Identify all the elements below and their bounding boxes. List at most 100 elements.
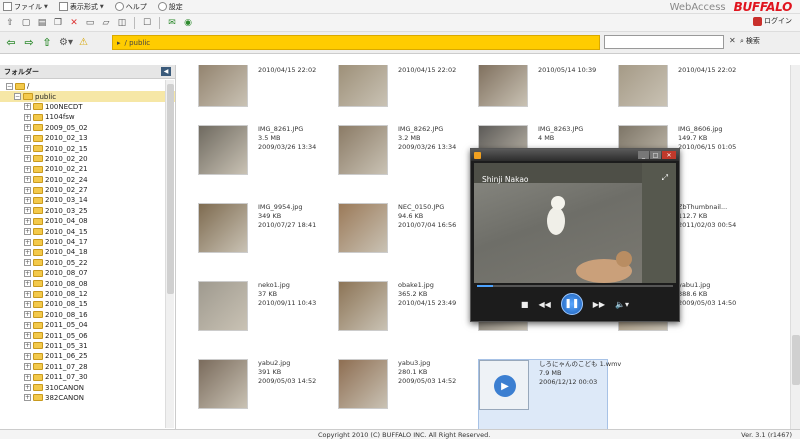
tree-node-folder[interactable]: +2011_05_04	[0, 320, 175, 330]
sidebar-scrollbar[interactable]	[165, 80, 174, 428]
expand-icon[interactable]: +	[24, 321, 31, 329]
tree-node-folder[interactable]: +2010_04_15	[0, 226, 175, 236]
expand-icon[interactable]: +	[24, 103, 31, 111]
pause-button[interactable]: ❚❚	[560, 293, 583, 315]
tree-node-folder[interactable]: +2011_07_28	[0, 362, 175, 372]
search-input[interactable]	[604, 35, 724, 49]
rewind-icon[interactable]: ◀◀	[538, 300, 550, 309]
sidebar-scroll-thumb[interactable]	[167, 84, 174, 294]
file-item[interactable]: IMG_8262.JPG 3.2 MB 2009/03/26 13:34	[338, 125, 468, 201]
maximize-icon[interactable]: □	[650, 151, 661, 159]
expand-icon[interactable]: +	[24, 352, 31, 360]
tree-node-folder[interactable]: +2010_03_25	[0, 206, 175, 216]
collapse-icon[interactable]: −	[14, 93, 21, 101]
file-item[interactable]: 3.5 MB2010/04/15 22:02	[618, 65, 748, 133]
move-icon[interactable]: ▭	[84, 17, 96, 29]
menu-file[interactable]: ファイル ▼	[3, 2, 48, 12]
seek-bar[interactable]	[477, 285, 673, 287]
new-file-icon[interactable]: ▢	[20, 17, 32, 29]
tree-node-public[interactable]: − public	[0, 91, 175, 102]
share-icon[interactable]: ◫	[116, 17, 128, 29]
tree-node-folder[interactable]: +2010_04_18	[0, 247, 175, 257]
collapse-icon[interactable]: −	[6, 82, 13, 90]
tree-node-folder[interactable]: +2010_08_08	[0, 278, 175, 288]
expand-icon[interactable]: +	[24, 300, 31, 308]
expand-icon[interactable]: +	[24, 113, 31, 121]
content-scrollbar[interactable]	[790, 65, 800, 429]
new-folder-icon[interactable]: ▤	[36, 17, 48, 29]
tree-node-folder[interactable]: +2010_02_13	[0, 133, 175, 143]
globe-icon[interactable]: ◉	[182, 17, 194, 29]
tree-node-folder[interactable]: +2009_05_02	[0, 123, 175, 133]
file-item[interactable]: IMG_8261.JPG 3.5 MB 2009/03/26 13:34	[198, 125, 328, 201]
tree-node-folder[interactable]: +2011_05_31	[0, 341, 175, 351]
expand-icon[interactable]: +	[24, 363, 31, 371]
options-gear-icon[interactable]: ⚙▾	[59, 37, 73, 48]
warning-icon[interactable]: ⚠	[79, 37, 88, 48]
clear-search-icon[interactable]: ✕	[729, 36, 736, 45]
file-item[interactable]: NEC_0150.JPG 94.6 KB 2010/07/04 16:56	[338, 203, 468, 279]
tree-node-folder[interactable]: +2010_05_22	[0, 258, 175, 268]
expand-icon[interactable]: +	[24, 280, 31, 288]
media-player-window[interactable]: _ □ ✕ Shinji Nakao ⤢ ■ ◀◀ ❚❚ ▶▶ 🔈▾	[470, 148, 680, 322]
collapse-sidebar-icon[interactable]: ◀	[161, 67, 171, 76]
expand-icon[interactable]: +	[24, 186, 31, 194]
expand-icon[interactable]: +	[24, 217, 31, 225]
expand-icon[interactable]: +	[24, 384, 31, 392]
expand-icon[interactable]: +	[24, 176, 31, 184]
tree-node-folder[interactable]: +2010_04_08	[0, 216, 175, 226]
video-area[interactable]: Shinji Nakao ⤢	[474, 163, 676, 283]
delete-icon[interactable]: ✕	[68, 17, 80, 29]
search-button[interactable]: ⌕ 検索	[740, 36, 760, 46]
file-item[interactable]: IMG_9954.jpg 349 KB 2010/07/27 18:41	[198, 203, 328, 279]
expand-icon[interactable]: +	[24, 311, 31, 319]
path-bar[interactable]: ▸ / public	[112, 35, 600, 50]
fast-forward-icon[interactable]: ▶▶	[593, 300, 605, 309]
file-item[interactable]: yabu2.jpg 391 KB 2009/05/03 14:52	[198, 359, 328, 429]
expand-icon[interactable]: +	[24, 269, 31, 277]
tree-node-folder[interactable]: +310CANON	[0, 382, 175, 392]
file-item[interactable]: 3 MB2010/04/15 22:02	[198, 65, 328, 133]
fullscreen-icon[interactable]: ⤢	[662, 173, 668, 183]
stop-icon[interactable]: ■	[521, 300, 529, 309]
expand-icon[interactable]: +	[24, 228, 31, 236]
menu-view[interactable]: 表示形式 ▼	[58, 2, 104, 12]
menu-help[interactable]: ヘルプ	[114, 2, 147, 12]
up-icon[interactable]: ⇧	[41, 36, 53, 49]
player-titlebar[interactable]: _ □ ✕	[471, 149, 679, 161]
tree-node-folder[interactable]: +2010_03_14	[0, 195, 175, 205]
tree-node-folder[interactable]: +2010_08_15	[0, 299, 175, 309]
tree-node-folder[interactable]: +2010_02_20	[0, 154, 175, 164]
expand-icon[interactable]: +	[24, 342, 31, 350]
mail-icon[interactable]: ✉	[166, 17, 178, 29]
login-button[interactable]: ログイン	[753, 16, 792, 26]
expand-icon[interactable]: +	[24, 394, 31, 402]
file-item[interactable]: 2.9 MB2010/04/15 22:02	[338, 65, 468, 133]
tree-node-folder[interactable]: +1104fsw	[0, 112, 175, 122]
tree-node-folder[interactable]: +2010_08_16	[0, 310, 175, 320]
close-icon[interactable]: ✕	[662, 151, 676, 159]
select-all-icon[interactable]: ☐	[141, 17, 153, 29]
expand-icon[interactable]: +	[24, 196, 31, 204]
tree-node-folder[interactable]: +2010_08_07	[0, 268, 175, 278]
tree-node-folder[interactable]: +2010_02_21	[0, 164, 175, 174]
expand-icon[interactable]: +	[24, 248, 31, 256]
expand-icon[interactable]: +	[24, 373, 31, 381]
tree-node-folder[interactable]: +2011_07_30	[0, 372, 175, 382]
tree-node-folder[interactable]: +2010_08_12	[0, 289, 175, 299]
tree-node-folder[interactable]: +382CANON	[0, 393, 175, 403]
tree-node-root[interactable]: − /	[0, 81, 175, 91]
tree-node-folder[interactable]: +2010_02_27	[0, 185, 175, 195]
expand-icon[interactable]: +	[24, 165, 31, 173]
tree-node-folder[interactable]: +2011_05_06	[0, 330, 175, 340]
forward-icon[interactable]: ⇨	[23, 36, 35, 49]
minimize-icon[interactable]: _	[638, 151, 649, 159]
expand-icon[interactable]: +	[24, 207, 31, 215]
tree-node-folder[interactable]: +2010_04_17	[0, 237, 175, 247]
menu-settings[interactable]: 設定	[157, 2, 183, 12]
expand-icon[interactable]: +	[24, 134, 31, 142]
expand-icon[interactable]: +	[24, 124, 31, 132]
tree-node-folder[interactable]: +2011_06_25	[0, 351, 175, 361]
rename-icon[interactable]: ▱	[100, 17, 112, 29]
file-item[interactable]: obake1.jpg 365.2 KB 2010/04/15 23:49	[338, 281, 468, 357]
